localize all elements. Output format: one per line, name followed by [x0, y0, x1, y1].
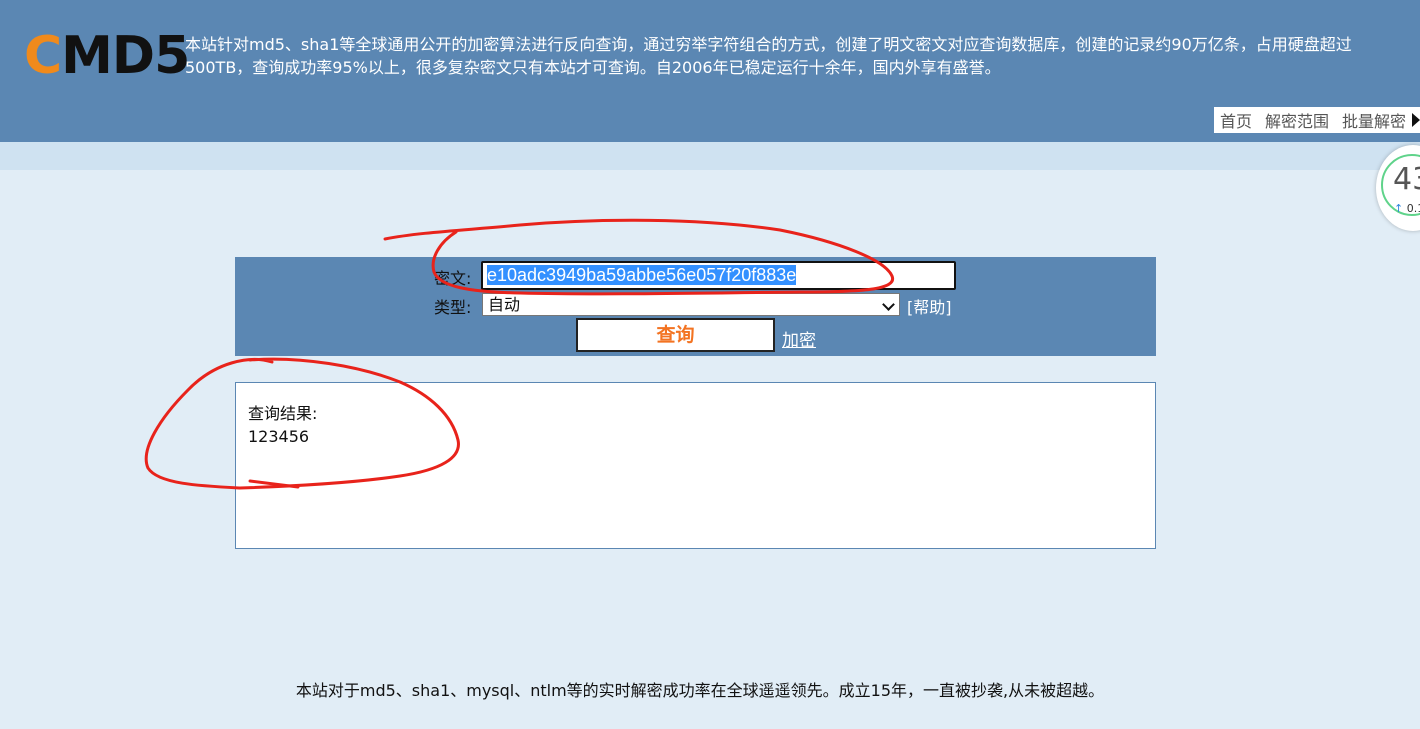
top-navigation: 首页 解密范围 批量解密	[1213, 107, 1420, 133]
speed-subvalue: ↑ 0.1	[1394, 202, 1420, 215]
logo-text: MD5	[61, 26, 190, 86]
type-select-value: 自动	[488, 295, 521, 314]
query-button[interactable]: 查询	[576, 318, 775, 352]
cipher-input-value: e10adc3949ba59abbe56e057f20f883e	[487, 265, 797, 285]
encrypt-link[interactable]: 加密	[782, 326, 816, 351]
site-header: CMD5 本站针对md5、sha1等全球通用公开的加密算法进行反向查询，通过穷举…	[0, 0, 1420, 142]
nav-more-arrow-icon[interactable]	[1412, 113, 1420, 127]
help-link[interactable]: [帮助]	[907, 294, 952, 318]
result-label: 查询结果:	[248, 404, 318, 423]
nav-home[interactable]: 首页	[1220, 108, 1252, 132]
cmd5-logo[interactable]: CMD5	[24, 30, 190, 82]
chevron-down-icon	[882, 298, 895, 311]
nav-batch-decrypt[interactable]: 批量解密	[1342, 108, 1406, 132]
result-panel: 查询结果: 123456	[235, 382, 1156, 549]
nav-decrypt-range[interactable]: 解密范围	[1265, 108, 1329, 132]
logo-letter-c: C	[24, 26, 62, 86]
result-value: 123456	[248, 427, 310, 446]
header-sub-bar	[0, 142, 1420, 170]
type-select[interactable]: 自动	[482, 293, 900, 316]
query-form: 密文: e10adc3949ba59abbe56e057f20f883e 类型:…	[235, 257, 1156, 356]
cipher-input[interactable]: e10adc3949ba59abbe56e057f20f883e	[481, 261, 956, 290]
cipher-label: 密文:	[434, 269, 472, 288]
upload-arrow-icon: ↑	[1394, 202, 1404, 215]
site-intro-text: 本站针对md5、sha1等全球通用公开的加密算法进行反向查询，通过穷举字符组合的…	[185, 35, 1352, 77]
type-label: 类型:	[434, 298, 472, 317]
speed-number: 43	[1393, 162, 1420, 197]
footer-text: 本站对于md5、sha1、mysql、ntlm等的实时解密成功率在全球遥遥领先。…	[295, 681, 1105, 700]
